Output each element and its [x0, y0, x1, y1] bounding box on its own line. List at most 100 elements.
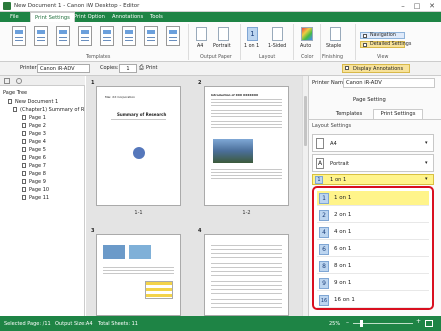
- tree-page[interactable]: Page 9: [22, 178, 46, 186]
- template-thumb-3[interactable]: [56, 26, 70, 46]
- copies-input[interactable]: 1: [119, 64, 137, 73]
- menu-print-option[interactable]: Print Option: [70, 12, 109, 22]
- layout-option-label: 1 on 1: [334, 195, 352, 201]
- layout-option-8on1[interactable]: 8 8 on 1: [317, 259, 429, 274]
- color-label[interactable]: Auto: [300, 44, 311, 49]
- fit-page-icon[interactable]: [425, 320, 433, 327]
- attach-tab-icon[interactable]: [16, 78, 22, 84]
- page-tree-title: Page Tree: [3, 90, 28, 96]
- printer-name-select[interactable]: Canon iR-ADV: [343, 78, 435, 88]
- print-button[interactable]: Print: [146, 65, 158, 71]
- layout-option-9on1[interactable]: 9 9 on 1: [317, 276, 429, 291]
- layout-option-6on1[interactable]: 6 6 on 1: [317, 242, 429, 257]
- tree-page[interactable]: Page 5: [22, 146, 46, 154]
- tree-page[interactable]: Page 3: [22, 130, 46, 138]
- page-icon: [22, 179, 26, 184]
- maximize-icon[interactable]: □: [411, 1, 423, 11]
- orientation-icon[interactable]: [218, 27, 229, 41]
- layout-label[interactable]: 1 on 1: [244, 44, 259, 49]
- staple-icon[interactable]: [330, 27, 341, 41]
- template-thumb-8[interactable]: [166, 26, 180, 46]
- tree-page[interactable]: Page 6: [22, 154, 46, 162]
- status-total-sheets: Total Sheets: 11: [98, 321, 138, 327]
- page-number: 2: [198, 80, 202, 86]
- page-thumbnail[interactable]: Introduction of XXX XXXXXXX: [204, 86, 289, 206]
- layout-dropdown-list: 11 on 1 22 on 1 44 on 1 66 on 1 88 on 1 …: [312, 186, 434, 310]
- tree-page[interactable]: Page 2: [22, 122, 46, 130]
- sided-label[interactable]: 1-Sided: [268, 44, 286, 49]
- tree-page[interactable]: Page 1: [22, 114, 46, 122]
- layout-1-icon: 1: [319, 193, 329, 204]
- detailed-settings-toggle[interactable]: Detailed Settings: [360, 41, 411, 48]
- print-icon[interactable]: ⎙: [139, 64, 144, 72]
- tab-print-settings[interactable]: Print Settings: [373, 109, 423, 119]
- menu-bar: File Print Settings Print Option Annotat…: [0, 12, 441, 22]
- ribbon-separator: [293, 24, 294, 60]
- settings-panel: Printer Name: Canon iR-ADV Page Setting …: [308, 76, 441, 316]
- page-company: Mar. XX Corporation: [105, 95, 136, 99]
- template-thumb-2[interactable]: [34, 26, 48, 46]
- page-icon: [22, 147, 26, 152]
- template-thumb-7[interactable]: [144, 26, 158, 46]
- template-thumb-1[interactable]: [12, 26, 26, 46]
- tree-page[interactable]: Page 10: [22, 186, 49, 194]
- tree-page[interactable]: Page 11: [22, 194, 49, 202]
- orientation-select[interactable]: A Portrait ▾: [312, 154, 434, 172]
- zoom-slider-thumb[interactable]: [360, 320, 363, 327]
- layout-option-1on1[interactable]: 1 1 on 1: [317, 191, 429, 206]
- tree-page[interactable]: Page 4: [22, 138, 46, 146]
- menu-file[interactable]: File: [6, 12, 23, 22]
- app-icon: [3, 2, 11, 10]
- tree-tab-icon[interactable]: [4, 78, 10, 84]
- color-icon[interactable]: [301, 27, 313, 41]
- paper-size-label[interactable]: A4: [197, 44, 203, 49]
- page-thumbnail[interactable]: Mar. XX Corporation Summary of Research: [96, 86, 181, 206]
- page-icon: [22, 163, 26, 168]
- menu-tools[interactable]: Tools: [146, 12, 167, 22]
- status-selected-page: Selected Page: /11: [4, 321, 51, 327]
- staple-label[interactable]: Staple: [326, 44, 341, 49]
- scrollbar-thumb[interactable]: [304, 96, 307, 146]
- layout-select[interactable]: 1 1 on 1 ▾: [312, 174, 434, 185]
- tree-page-label: Page 8: [29, 171, 46, 177]
- page-icon: [22, 131, 26, 136]
- layout-1on1-icon: 1: [315, 176, 323, 184]
- printer-select[interactable]: Canon iR-ADV: [37, 64, 90, 73]
- orientation-label[interactable]: Portrait: [213, 44, 231, 49]
- menu-annotations[interactable]: Annotations: [108, 12, 147, 22]
- display-annotations-button[interactable]: Display Annotations: [342, 64, 410, 73]
- minimize-icon[interactable]: –: [397, 1, 409, 11]
- tree-chapter[interactable]: (Chapter1) Summary of R: [13, 106, 84, 114]
- close-icon[interactable]: ✕: [426, 1, 438, 11]
- page-thumbnail[interactable]: [96, 234, 181, 316]
- page-thumbnail[interactable]: [204, 234, 289, 316]
- ribbon-separator: [355, 24, 356, 60]
- template-thumb-5[interactable]: [100, 26, 114, 46]
- layout-option-4on1[interactable]: 4 4 on 1: [317, 225, 429, 240]
- checkbox-icon: [363, 43, 367, 47]
- template-thumb-4[interactable]: [78, 26, 92, 46]
- tab-templates[interactable]: Templates: [329, 109, 369, 119]
- tree-document[interactable]: New Document 1: [8, 98, 58, 106]
- layout-icon[interactable]: 1: [247, 27, 258, 41]
- layout-option-16on1[interactable]: 16 16 on 1: [317, 293, 429, 308]
- template-thumb-6[interactable]: [122, 26, 136, 46]
- zoom-out-icon[interactable]: –: [346, 320, 349, 326]
- layout-option-2on1[interactable]: 2 2 on 1: [317, 208, 429, 223]
- tree-page-label: Page 4: [29, 139, 46, 145]
- tree-page[interactable]: Page 8: [22, 170, 46, 178]
- page-icon: [22, 171, 26, 176]
- page-icon: [22, 139, 26, 144]
- layout-option-label: 9 on 1: [334, 280, 352, 286]
- paper-size-select[interactable]: A4 ▾: [312, 134, 434, 152]
- sided-icon[interactable]: [272, 27, 283, 41]
- navigation-toggle[interactable]: Navigation: [360, 32, 405, 39]
- ribbon-separator: [188, 24, 189, 60]
- tree-page[interactable]: Page 7: [22, 162, 46, 170]
- page-number: 1: [91, 80, 95, 86]
- menu-print-settings[interactable]: Print Settings: [30, 12, 75, 22]
- layout-16-icon: 16: [319, 295, 329, 306]
- paper-size-icon[interactable]: [196, 27, 207, 41]
- zoom-in-icon[interactable]: +: [416, 319, 421, 325]
- display-annotations-label: Display Annotations: [353, 66, 404, 72]
